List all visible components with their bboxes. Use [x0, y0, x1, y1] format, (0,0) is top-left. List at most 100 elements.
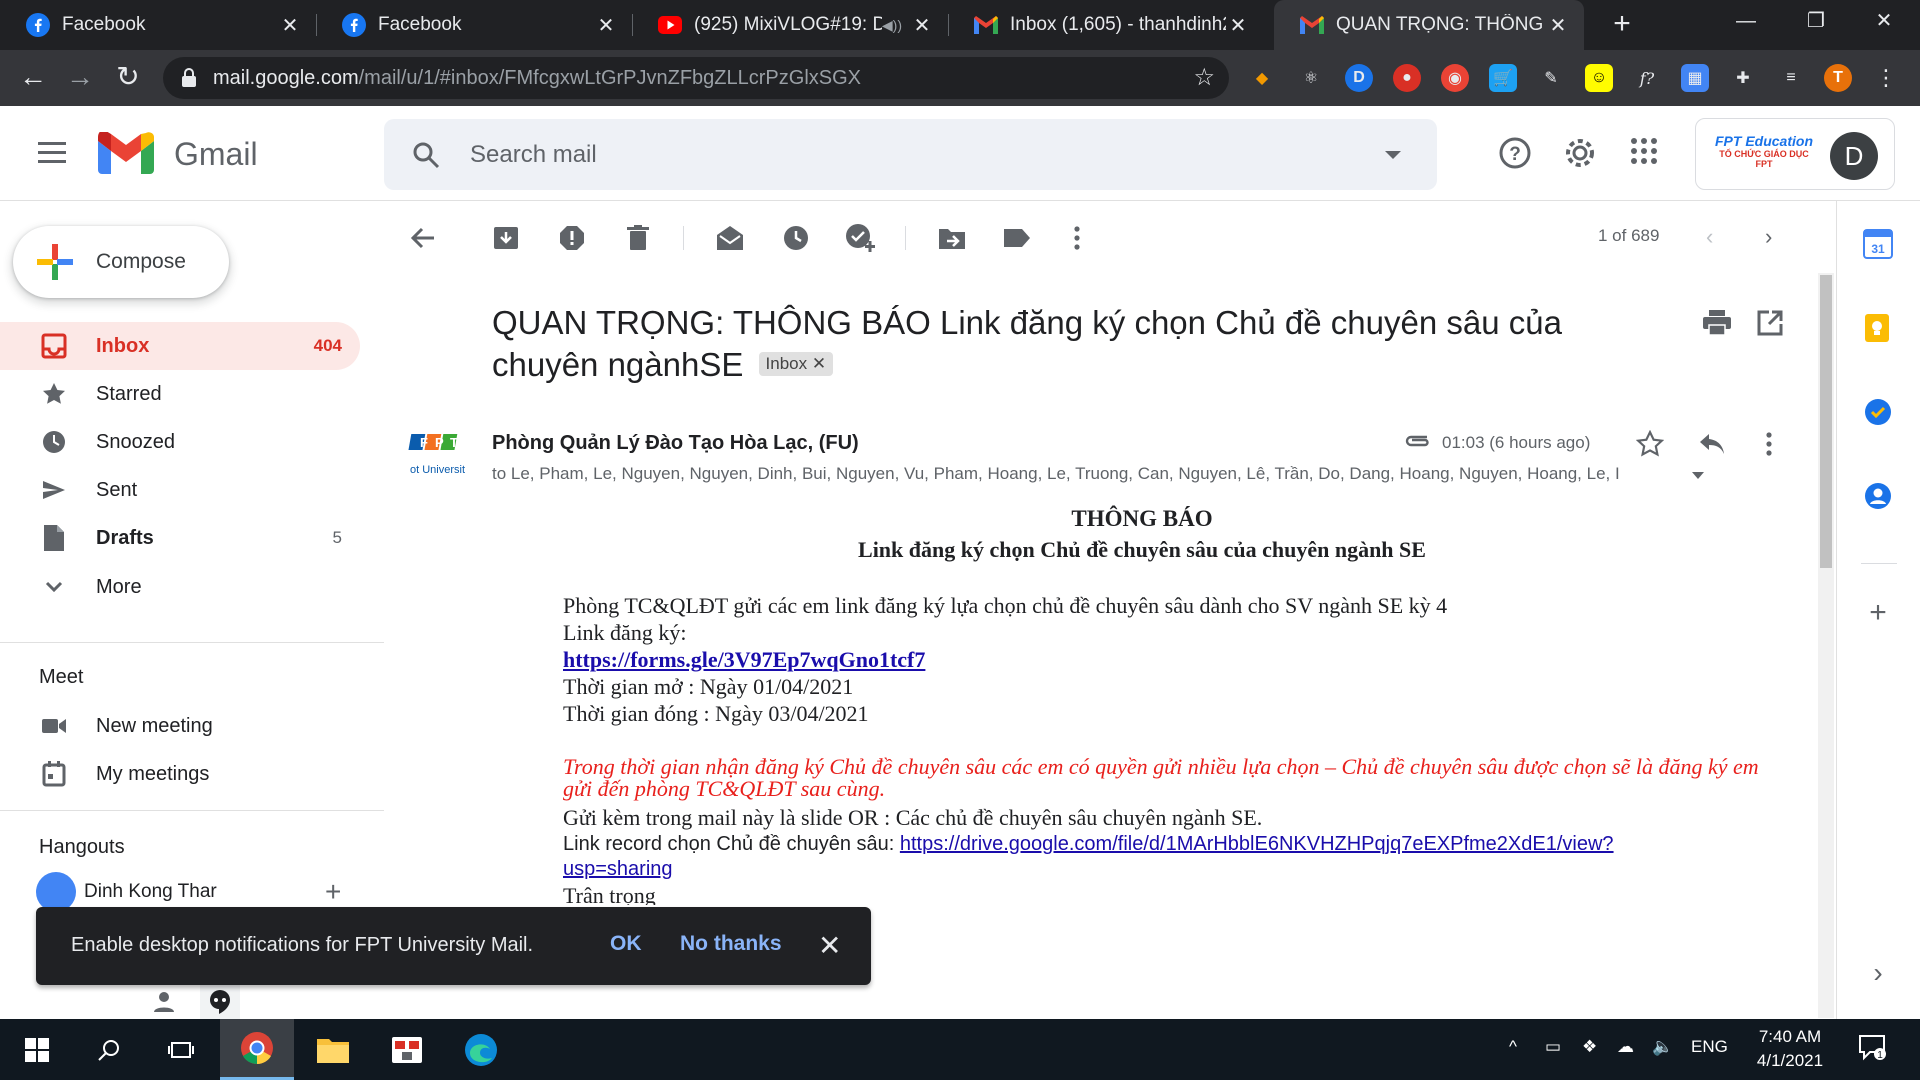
mark-unread-icon[interactable] [715, 223, 745, 253]
minimize-button[interactable]: — [1718, 0, 1774, 42]
add-to-tasks-icon[interactable] [845, 223, 875, 253]
account-switcher[interactable]: FPT Education TỔ CHỨC GIÁO DỤC FPT D [1695, 118, 1895, 190]
email-scrollbar[interactable] [1818, 273, 1834, 1018]
archive-icon[interactable] [491, 223, 521, 253]
search-options-dropdown-icon[interactable] [1385, 151, 1401, 159]
tab-close-icon[interactable]: ✕ [910, 13, 934, 38]
browser-tab-gmail-active[interactable]: QUAN TRỌNG: THÔNG BÁO ✕ [1274, 0, 1584, 50]
address-bar[interactable]: mail.google.com/mail/u/1/#inbox/FMfcgxwL… [163, 57, 1229, 99]
extension-badge-icon[interactable]: ● [1393, 64, 1421, 92]
new-tab-button[interactable]: + [1605, 8, 1639, 42]
google-keep-icon[interactable] [1863, 313, 1893, 343]
search-icon[interactable] [412, 141, 440, 174]
google-calendar-icon[interactable]: 31 [1863, 229, 1893, 259]
tab-close-icon[interactable]: ✕ [1546, 13, 1570, 38]
restore-button[interactable]: ❐ [1788, 0, 1844, 42]
sidebar-item-new-meeting[interactable]: New meeting [0, 702, 360, 750]
edge-browser-icon[interactable] [444, 1019, 518, 1080]
sender-avatar-fpt-logo[interactable]: FPT ot Universit [408, 430, 468, 484]
extension-pen-icon[interactable]: ✎ [1537, 64, 1565, 92]
settings-gear-icon[interactable] [1563, 136, 1597, 170]
contacts-person-icon[interactable] [144, 984, 184, 1020]
remove-label-icon[interactable]: ✕ [812, 354, 826, 373]
tab-close-icon[interactable]: ✕ [594, 13, 618, 38]
extension-d-icon[interactable]: D [1345, 64, 1373, 92]
sidebar-item-starred[interactable]: Starred [0, 370, 360, 418]
media-queue-icon[interactable]: ≡ [1777, 64, 1805, 92]
google-contacts-icon[interactable] [1863, 481, 1893, 511]
delete-trash-icon[interactable] [623, 223, 653, 253]
open-in-new-window-icon[interactable] [1757, 310, 1787, 340]
profile-avatar[interactable]: T [1824, 64, 1852, 92]
extensions-puzzle-icon[interactable]: ✚ [1729, 64, 1757, 92]
sidebar-item-more[interactable]: More [0, 563, 360, 611]
report-spam-icon[interactable] [557, 223, 587, 253]
older-chevron-right-icon[interactable]: › [1765, 224, 1772, 250]
gmail-logo-icon[interactable] [98, 130, 154, 179]
speaker-muted-icon[interactable]: ◀)) [882, 17, 902, 34]
search-bar[interactable]: Search mail [384, 119, 1437, 190]
back-to-inbox-icon[interactable] [408, 223, 438, 253]
enable-notifications-ok-button[interactable]: OK [610, 932, 642, 956]
tab-close-icon[interactable]: ✕ [1226, 13, 1250, 38]
dismiss-snackbar-close-icon[interactable]: ✕ [818, 929, 841, 962]
label-tag-icon[interactable] [1002, 223, 1032, 253]
onedrive-cloud-icon[interactable]: ☁ [1617, 1037, 1634, 1057]
snooze-clock-icon[interactable] [781, 223, 811, 253]
sidebar-item-my-meetings[interactable]: My meetings [0, 750, 360, 798]
message-more-icon[interactable] [1765, 432, 1779, 462]
no-thanks-button[interactable]: No thanks [680, 932, 782, 956]
input-language-indicator[interactable]: ENG [1691, 1037, 1728, 1057]
back-button[interactable]: ← [15, 60, 51, 96]
taskbar-search-icon[interactable] [72, 1019, 146, 1080]
sidebar-item-sent[interactable]: Sent [0, 466, 360, 514]
extension-circle-icon[interactable]: ◉ [1441, 64, 1469, 92]
newer-chevron-left-icon[interactable]: ‹ [1706, 224, 1713, 250]
battery-icon[interactable]: ▭ [1545, 1037, 1561, 1057]
record-drive-link-cont[interactable]: usp=sharing [563, 858, 673, 881]
record-drive-link[interactable]: https://drive.google.com/file/d/1MArHbbl… [900, 833, 1614, 855]
apps-grid-icon[interactable] [1629, 136, 1663, 170]
dropbox-sync-icon[interactable]: ❖ [1582, 1037, 1597, 1057]
sidebar-item-inbox[interactable]: Inbox 404 [0, 322, 360, 370]
main-menu-icon[interactable] [38, 142, 66, 169]
hangouts-chat-icon[interactable] [200, 984, 240, 1020]
extension-cart-icon[interactable]: 🛒 [1489, 64, 1517, 92]
window-close-button[interactable]: ✕ [1856, 0, 1912, 42]
more-actions-icon[interactable] [1062, 223, 1092, 253]
show-details-dropdown-icon[interactable] [1692, 472, 1704, 479]
get-addons-plus-icon[interactable]: + [1863, 598, 1893, 629]
file-explorer-icon[interactable] [296, 1019, 370, 1080]
star-message-icon[interactable] [1635, 429, 1666, 460]
bookmark-star-icon[interactable]: ☆ [1193, 63, 1215, 92]
chrome-menu-icon[interactable]: ⋮ [1872, 64, 1900, 92]
browser-tab-youtube[interactable]: (925) MixiVLOG#19: Du ◀)) ✕ [632, 0, 948, 50]
windows-start-icon[interactable] [0, 1019, 74, 1080]
reply-arrow-icon[interactable] [1698, 432, 1728, 462]
action-center-notification-icon[interactable]: 1 [1858, 1033, 1886, 1066]
browser-tab-facebook-2[interactable]: Facebook ✕ [316, 0, 632, 50]
url-text[interactable]: mail.google.com/mail/u/1/#inbox/FMfcgxwL… [213, 67, 861, 90]
unikey-app-icon[interactable] [370, 1019, 444, 1080]
system-clock[interactable]: 7:40 AM 4/1/2021 [1750, 1025, 1830, 1073]
show-hidden-icons-chevron[interactable]: ^ [1509, 1037, 1517, 1057]
reload-button[interactable]: ↻ [110, 60, 146, 96]
scrollbar-thumb[interactable] [1820, 275, 1832, 568]
show-side-panel-chevron-icon[interactable]: › [1863, 957, 1893, 988]
sidebar-item-snoozed[interactable]: Snoozed [0, 418, 360, 466]
move-to-icon[interactable] [937, 223, 967, 253]
sidebar-item-drafts[interactable]: Drafts 5 [0, 514, 360, 562]
browser-tab-facebook-1[interactable]: Facebook ✕ [0, 0, 316, 50]
extension-flame-icon[interactable]: ◆ [1248, 64, 1276, 92]
task-view-icon[interactable] [144, 1019, 218, 1080]
hangouts-contact-name[interactable]: Dinh Kong Thar [84, 881, 217, 903]
registration-form-link[interactable]: https://forms.gle/3V97Ep7wqGno1tcf7 [563, 647, 925, 673]
lock-icon[interactable] [181, 68, 197, 93]
add-hangout-button[interactable]: + [325, 876, 341, 908]
help-icon[interactable]: ? [1498, 136, 1532, 170]
account-avatar[interactable]: D [1830, 132, 1878, 180]
tab-close-icon[interactable]: ✕ [278, 13, 302, 38]
sender-name[interactable]: Phòng Quản Lý Đào Tạo Hòa Lạc, (FU) [492, 432, 859, 455]
recipients-list[interactable]: to Le, Pham, Le, Nguyen, Nguyen, Dinh, B… [492, 464, 1690, 484]
print-icon[interactable] [1703, 310, 1733, 340]
